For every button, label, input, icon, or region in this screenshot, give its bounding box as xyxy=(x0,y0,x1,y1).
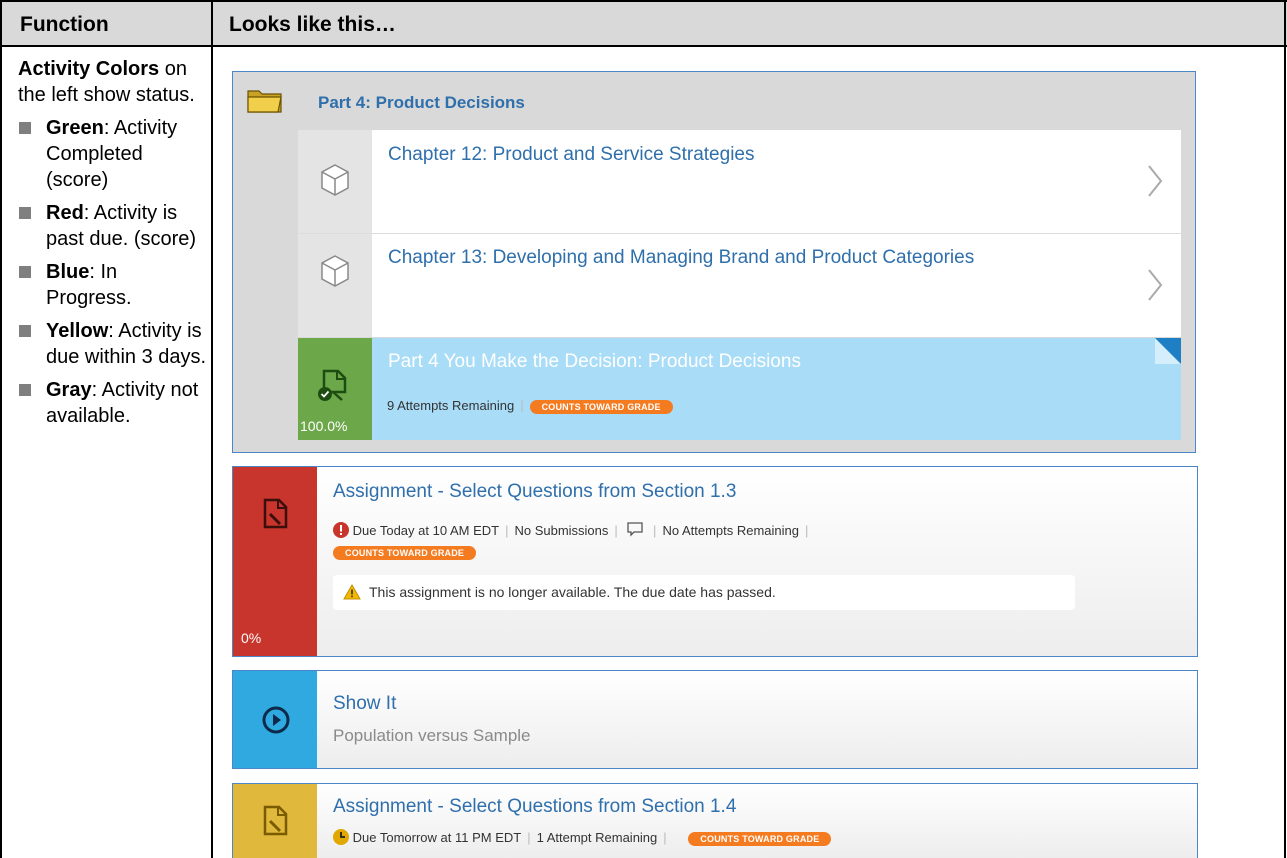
badge-line: COUNTS TOWARD GRADE xyxy=(333,544,477,560)
chapter-icon-box xyxy=(298,130,372,233)
counts-toward-grade-badge: COUNTS TOWARD GRADE xyxy=(529,399,673,414)
completed-activity-row[interactable]: 100.0% Part 4 You Make the Decision: Pro… xyxy=(298,338,1181,440)
separator: | xyxy=(805,523,809,538)
submissions: No Submissions xyxy=(514,523,609,538)
chevron-right-icon[interactable] xyxy=(1147,268,1163,302)
cube-icon xyxy=(321,255,349,287)
attempts-remaining: No Attempts Remaining xyxy=(662,523,800,538)
legend-color: Blue xyxy=(46,261,90,283)
activity-meta: 9 Attempts Remaining | COUNTS TOWARD GRADE xyxy=(387,398,673,414)
due-soon-assignment-card[interactable]: Assignment - Select Questions from Secti… xyxy=(232,783,1198,858)
separator: | xyxy=(505,523,509,538)
assignment-icon xyxy=(263,498,288,529)
status-strip-blue xyxy=(233,671,317,768)
play-circle-icon[interactable] xyxy=(262,706,290,734)
legend-item-green: Green: Activity Completed (score) xyxy=(18,115,208,193)
notice-text: This assignment is no longer available. … xyxy=(369,584,776,600)
legend-item-red: Red: Activity is past due. (score) xyxy=(18,200,208,252)
page-corner-icon xyxy=(1155,338,1181,364)
function-description: Activity Colors on the left show status.… xyxy=(18,56,208,429)
clock-icon xyxy=(333,829,349,845)
separator: | xyxy=(614,523,618,538)
assignment-icon xyxy=(263,805,288,836)
alert-circle-icon xyxy=(333,522,349,538)
in-progress-card[interactable]: Show It Population versus Sample xyxy=(232,670,1198,769)
status-strip-green: 100.0% xyxy=(298,338,372,440)
separator: | xyxy=(520,398,524,413)
assignment-complete-icon xyxy=(318,369,347,401)
separator: | xyxy=(653,523,657,538)
part-title[interactable]: Part 4: Product Decisions xyxy=(318,93,525,113)
feature-table: Function Looks like this… Activity Color… xyxy=(0,0,1287,858)
legend-item-blue: Blue: In Progress. xyxy=(18,259,208,311)
bullet-square-icon xyxy=(19,122,31,134)
counts-toward-grade-badge: COUNTS TOWARD GRADE xyxy=(333,545,477,560)
legend-color: Red xyxy=(46,202,84,224)
activity-title[interactable]: Part 4 You Make the Decision: Product De… xyxy=(388,349,801,375)
status-legend: Green: Activity Completed (score) Red: A… xyxy=(18,115,208,429)
score-value: 100.0% xyxy=(300,418,348,434)
assignment-meta: Due Today at 10 AM EDT | No Submissions | |… xyxy=(333,522,814,538)
assignment-meta: Due Tomorrow at 11 PM EDT | 1 Attempt Rema… xyxy=(333,829,832,846)
counts-toward-grade-badge: COUNTS TOWARD GRADE xyxy=(688,831,832,846)
media-subtitle: Population versus Sample xyxy=(333,726,531,745)
separator: | xyxy=(663,830,667,845)
table-border-right xyxy=(1284,0,1286,858)
chevron-right-icon[interactable] xyxy=(1147,164,1163,198)
legend-color: Green xyxy=(46,117,104,139)
due-date: Due Tomorrow at 11 PM EDT xyxy=(352,830,522,845)
header-function: Function xyxy=(20,13,109,36)
chapter-row[interactable]: Chapter 12: Product and Service Strategi… xyxy=(298,130,1181,234)
separator: | xyxy=(527,830,531,845)
warning-icon xyxy=(343,584,361,600)
legend-color: Gray xyxy=(46,379,92,401)
bullet-square-icon xyxy=(19,325,31,337)
due-date: Due Today at 10 AM EDT xyxy=(352,523,500,538)
status-strip-red: 0% xyxy=(233,467,317,656)
chapter-title[interactable]: Chapter 13: Developing and Managing Bran… xyxy=(388,245,988,271)
cube-icon xyxy=(321,164,349,196)
legend-color: Yellow xyxy=(46,320,109,342)
assignment-title[interactable]: Assignment - Select Questions from Secti… xyxy=(333,796,736,818)
score-value: 0% xyxy=(241,630,262,646)
intro-text: Activity Colors on the left show status. xyxy=(18,56,208,108)
part-folder-panel: Part 4: Product Decisions Chapter 12: Pr… xyxy=(232,71,1196,453)
table-column-divider xyxy=(211,0,213,858)
legend-item-gray: Gray: Activity not available. xyxy=(18,377,208,429)
bullet-square-icon xyxy=(19,266,31,278)
bullet-square-icon xyxy=(19,384,31,396)
chapter-icon-box xyxy=(298,234,372,337)
media-title[interactable]: Show It xyxy=(333,693,396,715)
unavailable-notice: This assignment is no longer available. … xyxy=(333,575,1075,610)
header-looks-like: Looks like this… xyxy=(229,13,396,36)
attempts-remaining: 1 Attempt Remaining xyxy=(536,830,658,845)
chapter-title[interactable]: Chapter 12: Product and Service Strategi… xyxy=(388,142,754,168)
folder-icon[interactable] xyxy=(247,87,283,113)
status-strip-yellow xyxy=(233,784,317,858)
table-border-left xyxy=(0,0,2,858)
chapter-row[interactable]: Chapter 13: Developing and Managing Bran… xyxy=(298,234,1181,337)
assignment-title[interactable]: Assignment - Select Questions from Secti… xyxy=(333,481,736,503)
table-header: Function Looks like this… xyxy=(0,0,1287,47)
attempts-remaining: 9 Attempts Remaining xyxy=(387,398,515,413)
legend-item-yellow: Yellow: Activity is due within 3 days. xyxy=(18,318,208,370)
comment-icon[interactable] xyxy=(627,522,644,537)
past-due-assignment-card[interactable]: 0% Assignment - Select Questions from Se… xyxy=(232,466,1198,657)
bullet-square-icon xyxy=(19,207,31,219)
intro-bold: Activity Colors xyxy=(18,58,160,80)
